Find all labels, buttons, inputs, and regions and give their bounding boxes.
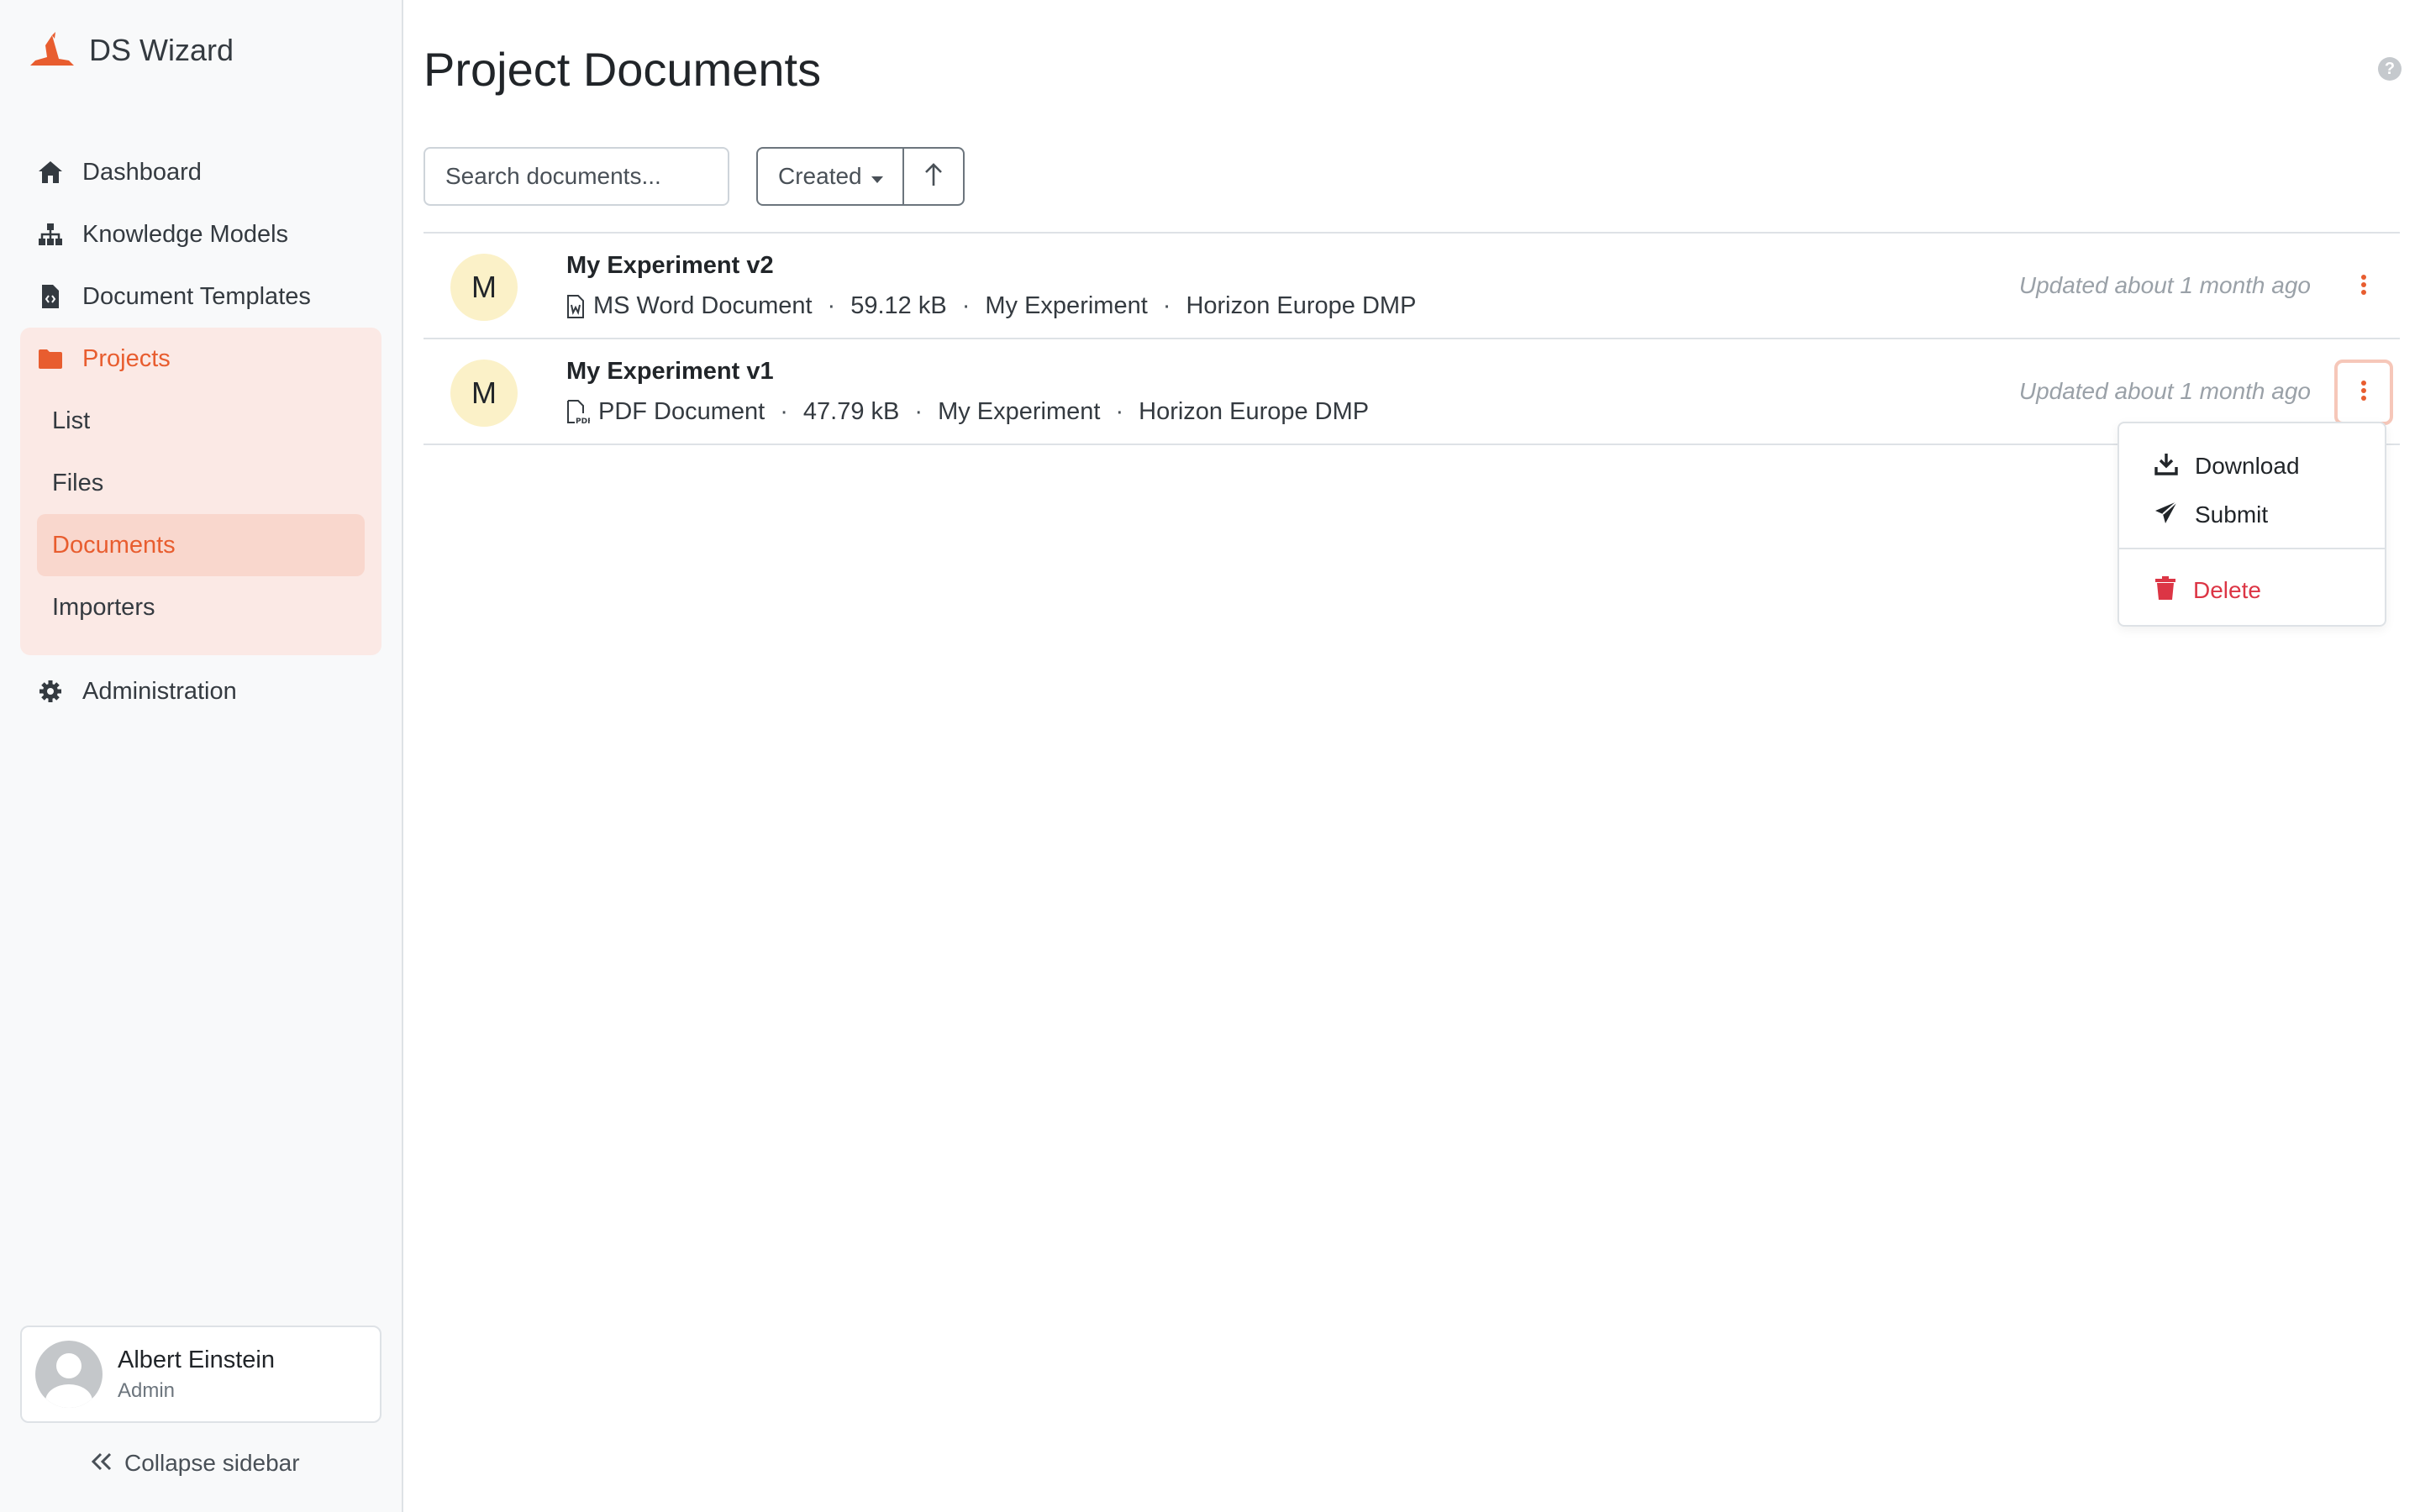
home-icon — [37, 159, 64, 186]
file-word-icon — [566, 294, 585, 318]
ellipsis-vertical-icon — [2360, 274, 2367, 300]
menu-item-label: Delete — [2193, 577, 2261, 603]
sidebar-item-dashboard[interactable]: Dashboard — [20, 141, 381, 203]
projects-group: Projects List Files Documents Importers — [20, 328, 381, 655]
paper-plane-icon — [2154, 500, 2178, 530]
brand[interactable]: DS Wizard — [27, 30, 234, 71]
sidebar-subitem-documents[interactable]: Documents — [37, 514, 365, 576]
document-meta: MS Word Document · 59.12 kB · My Experim… — [566, 292, 1416, 320]
document-actions-button[interactable] — [2334, 254, 2393, 319]
avatar — [35, 1341, 103, 1408]
help-icon[interactable]: ? — [2378, 57, 2402, 81]
gear-icon — [37, 678, 64, 705]
sidebar-item-label: Dashboard — [82, 158, 202, 186]
document-format: PDF Document — [598, 398, 765, 425]
double-chevron-left-icon — [91, 1450, 113, 1477]
menu-item-delete[interactable]: Delete — [2119, 566, 2385, 615]
document-updated: Updated about 1 month ago — [2018, 378, 2311, 404]
document-template: Horizon Europe DMP — [1139, 398, 1370, 425]
meta-separator: · — [961, 292, 971, 319]
document-initial-avatar: M — [450, 254, 518, 321]
collapse-sidebar-button[interactable]: Collapse sidebar — [91, 1450, 300, 1477]
sitemap-icon — [37, 221, 64, 248]
sort-control: Created — [756, 147, 965, 206]
user-menu[interactable]: Albert Einstein Admin — [20, 1326, 381, 1423]
sidebar-subitem-files[interactable]: Files — [37, 452, 365, 514]
list-item[interactable]: M My Experiment v2 MS Word Document · 59… — [424, 234, 2400, 339]
sidebar-item-label: Projects — [82, 344, 171, 372]
documents-list: M My Experiment v2 MS Word Document · 59… — [424, 232, 2400, 445]
sort-field-dropdown[interactable]: Created — [758, 149, 902, 204]
sidebar-subitem-importers[interactable]: Importers — [37, 576, 365, 638]
meta-separator: · — [914, 398, 923, 425]
document-actions-menu: Download Submit Delete — [2118, 422, 2386, 627]
sidebar-nav: Dashboard Knowledge Models Document Temp… — [20, 141, 381, 722]
sidebar-item-administration[interactable]: Administration — [20, 660, 381, 722]
document-name: My Experiment v2 — [566, 252, 774, 279]
menu-item-submit[interactable]: Submit — [2119, 491, 2385, 539]
document-size: 59.12 kB — [850, 292, 947, 319]
document-actions-button[interactable] — [2334, 360, 2393, 425]
sidebar-subitem-list[interactable]: List — [37, 390, 365, 452]
search-input[interactable] — [424, 147, 729, 206]
svg-text:PDF: PDF — [576, 417, 590, 425]
menu-item-label: Download — [2195, 453, 2300, 479]
arrow-up-icon — [924, 162, 943, 192]
sidebar-item-label: Administration — [82, 677, 237, 705]
document-initial-avatar: M — [450, 360, 518, 427]
folder-icon — [37, 345, 64, 372]
document-name: My Experiment v1 — [566, 358, 774, 385]
ellipsis-vertical-icon — [2360, 380, 2367, 406]
sidebar: DS Wizard Dashboard Knowledge Models Doc… — [0, 0, 403, 1512]
user-name: Albert Einstein — [118, 1346, 275, 1373]
document-project[interactable]: My Experiment — [938, 398, 1100, 426]
meta-separator: · — [1115, 398, 1124, 425]
sidebar-item-knowledge-models[interactable]: Knowledge Models — [20, 203, 381, 265]
meta-separator: · — [1162, 292, 1171, 319]
caret-down-icon — [871, 163, 884, 190]
sidebar-item-label: Knowledge Models — [82, 220, 289, 248]
menu-item-label: Submit — [2195, 501, 2269, 528]
trash-icon — [2154, 575, 2176, 606]
sidebar-item-label: Document Templates — [82, 282, 311, 310]
collapse-sidebar-label: Collapse sidebar — [124, 1450, 300, 1476]
main-content: Project Documents ? Created M My Experim… — [403, 0, 2420, 1512]
document-template: Horizon Europe DMP — [1186, 292, 1417, 319]
download-icon — [2154, 452, 2178, 481]
menu-item-download[interactable]: Download — [2119, 442, 2385, 491]
document-size: 47.79 kB — [802, 398, 900, 425]
file-code-icon — [37, 283, 64, 310]
meta-separator: · — [780, 398, 788, 425]
sidebar-item-projects[interactable]: Projects — [20, 328, 381, 390]
menu-divider — [2119, 548, 2385, 549]
brand-name: DS Wizard — [89, 33, 234, 67]
document-project[interactable]: My Experiment — [985, 292, 1147, 320]
list-item[interactable]: M My Experiment v1 PDF PDF Document · 47… — [424, 339, 2400, 445]
meta-separator: · — [827, 292, 836, 319]
wizard-hat-logo-icon — [27, 30, 77, 71]
file-pdf-icon: PDF — [566, 399, 590, 425]
sort-direction-button[interactable] — [902, 149, 963, 204]
sidebar-item-document-templates[interactable]: Document Templates — [20, 265, 381, 328]
document-updated: Updated about 1 month ago — [2018, 272, 2311, 298]
sort-field-label: Created — [778, 163, 862, 189]
page-title: Project Documents — [424, 43, 822, 96]
document-meta: PDF PDF Document · 47.79 kB · My Experim… — [566, 398, 1369, 426]
user-role: Admin — [118, 1378, 176, 1402]
document-format: MS Word Document — [593, 292, 813, 319]
